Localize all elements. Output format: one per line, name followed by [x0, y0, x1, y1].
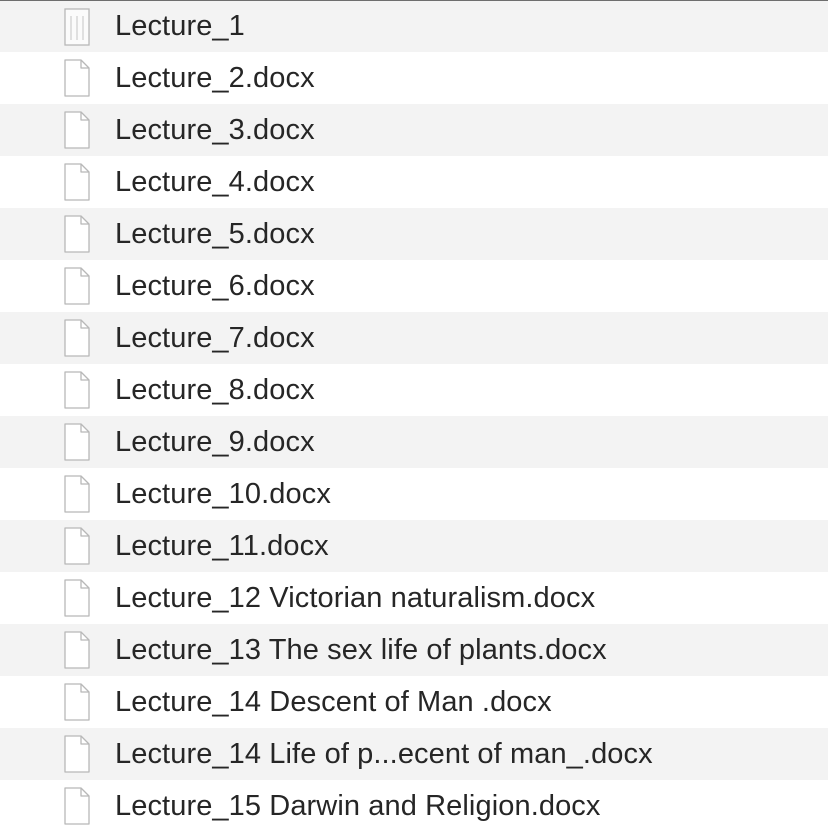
- file-name: Lecture_14 Life of p...ecent of man_.doc…: [115, 737, 653, 770]
- file-row[interactable]: Lecture_9.docx: [0, 416, 828, 468]
- file-name: Lecture_10.docx: [115, 477, 331, 510]
- blank-document-icon: [64, 215, 90, 253]
- file-row[interactable]: Lecture_11.docx: [0, 520, 828, 572]
- blank-document-icon: [64, 579, 90, 617]
- file-name: Lecture_1: [115, 10, 245, 42]
- file-row[interactable]: Lecture_12 Victorian naturalism.docx: [0, 572, 828, 624]
- file-name: Lecture_5.docx: [115, 217, 315, 250]
- file-name: Lecture_13 The sex life of plants.docx: [115, 633, 607, 666]
- file-name: Lecture_9.docx: [115, 425, 315, 458]
- file-row[interactable]: Lecture_6.docx: [0, 260, 828, 312]
- blank-document-icon: [64, 371, 90, 409]
- file-name: Lecture_14 Descent of Man .docx: [115, 685, 552, 718]
- file-row[interactable]: Lecture_1: [0, 1, 828, 52]
- blank-document-icon: [64, 267, 90, 305]
- blank-document-icon: [64, 111, 90, 149]
- file-row[interactable]: Lecture_4.docx: [0, 156, 828, 208]
- file-row[interactable]: Lecture_2.docx: [0, 52, 828, 104]
- file-name: Lecture_4.docx: [115, 165, 315, 198]
- file-list: Lecture_1 Lecture_2.docx Lecture_3.docx …: [0, 0, 828, 829]
- file-name: Lecture_15 Darwin and Religion.docx: [115, 789, 601, 822]
- file-row[interactable]: Lecture_14 Descent of Man .docx: [0, 676, 828, 728]
- text-document-icon: [64, 7, 90, 46]
- file-name: Lecture_11.docx: [115, 529, 329, 562]
- blank-document-icon: [64, 735, 90, 773]
- blank-document-icon: [64, 683, 90, 721]
- blank-document-icon: [64, 787, 90, 825]
- file-name: Lecture_8.docx: [115, 373, 315, 406]
- blank-document-icon: [64, 423, 90, 461]
- file-row[interactable]: Lecture_15 Darwin and Religion.docx: [0, 780, 828, 829]
- blank-document-icon: [64, 475, 90, 513]
- file-row[interactable]: Lecture_8.docx: [0, 364, 828, 416]
- file-row[interactable]: Lecture_10.docx: [0, 468, 828, 520]
- blank-document-icon: [64, 631, 90, 669]
- file-name: Lecture_7.docx: [115, 321, 315, 354]
- blank-document-icon: [64, 319, 90, 357]
- file-row[interactable]: Lecture_7.docx: [0, 312, 828, 364]
- file-name: Lecture_3.docx: [115, 113, 315, 146]
- file-row[interactable]: Lecture_13 The sex life of plants.docx: [0, 624, 828, 676]
- file-row[interactable]: Lecture_3.docx: [0, 104, 828, 156]
- file-name: Lecture_2.docx: [115, 61, 315, 94]
- blank-document-icon: [64, 163, 90, 201]
- blank-document-icon: [64, 59, 90, 97]
- file-row[interactable]: Lecture_5.docx: [0, 208, 828, 260]
- blank-document-icon: [64, 527, 90, 565]
- file-name: Lecture_6.docx: [115, 269, 315, 302]
- file-name: Lecture_12 Victorian naturalism.docx: [115, 581, 596, 614]
- file-row[interactable]: Lecture_14 Life of p...ecent of man_.doc…: [0, 728, 828, 780]
